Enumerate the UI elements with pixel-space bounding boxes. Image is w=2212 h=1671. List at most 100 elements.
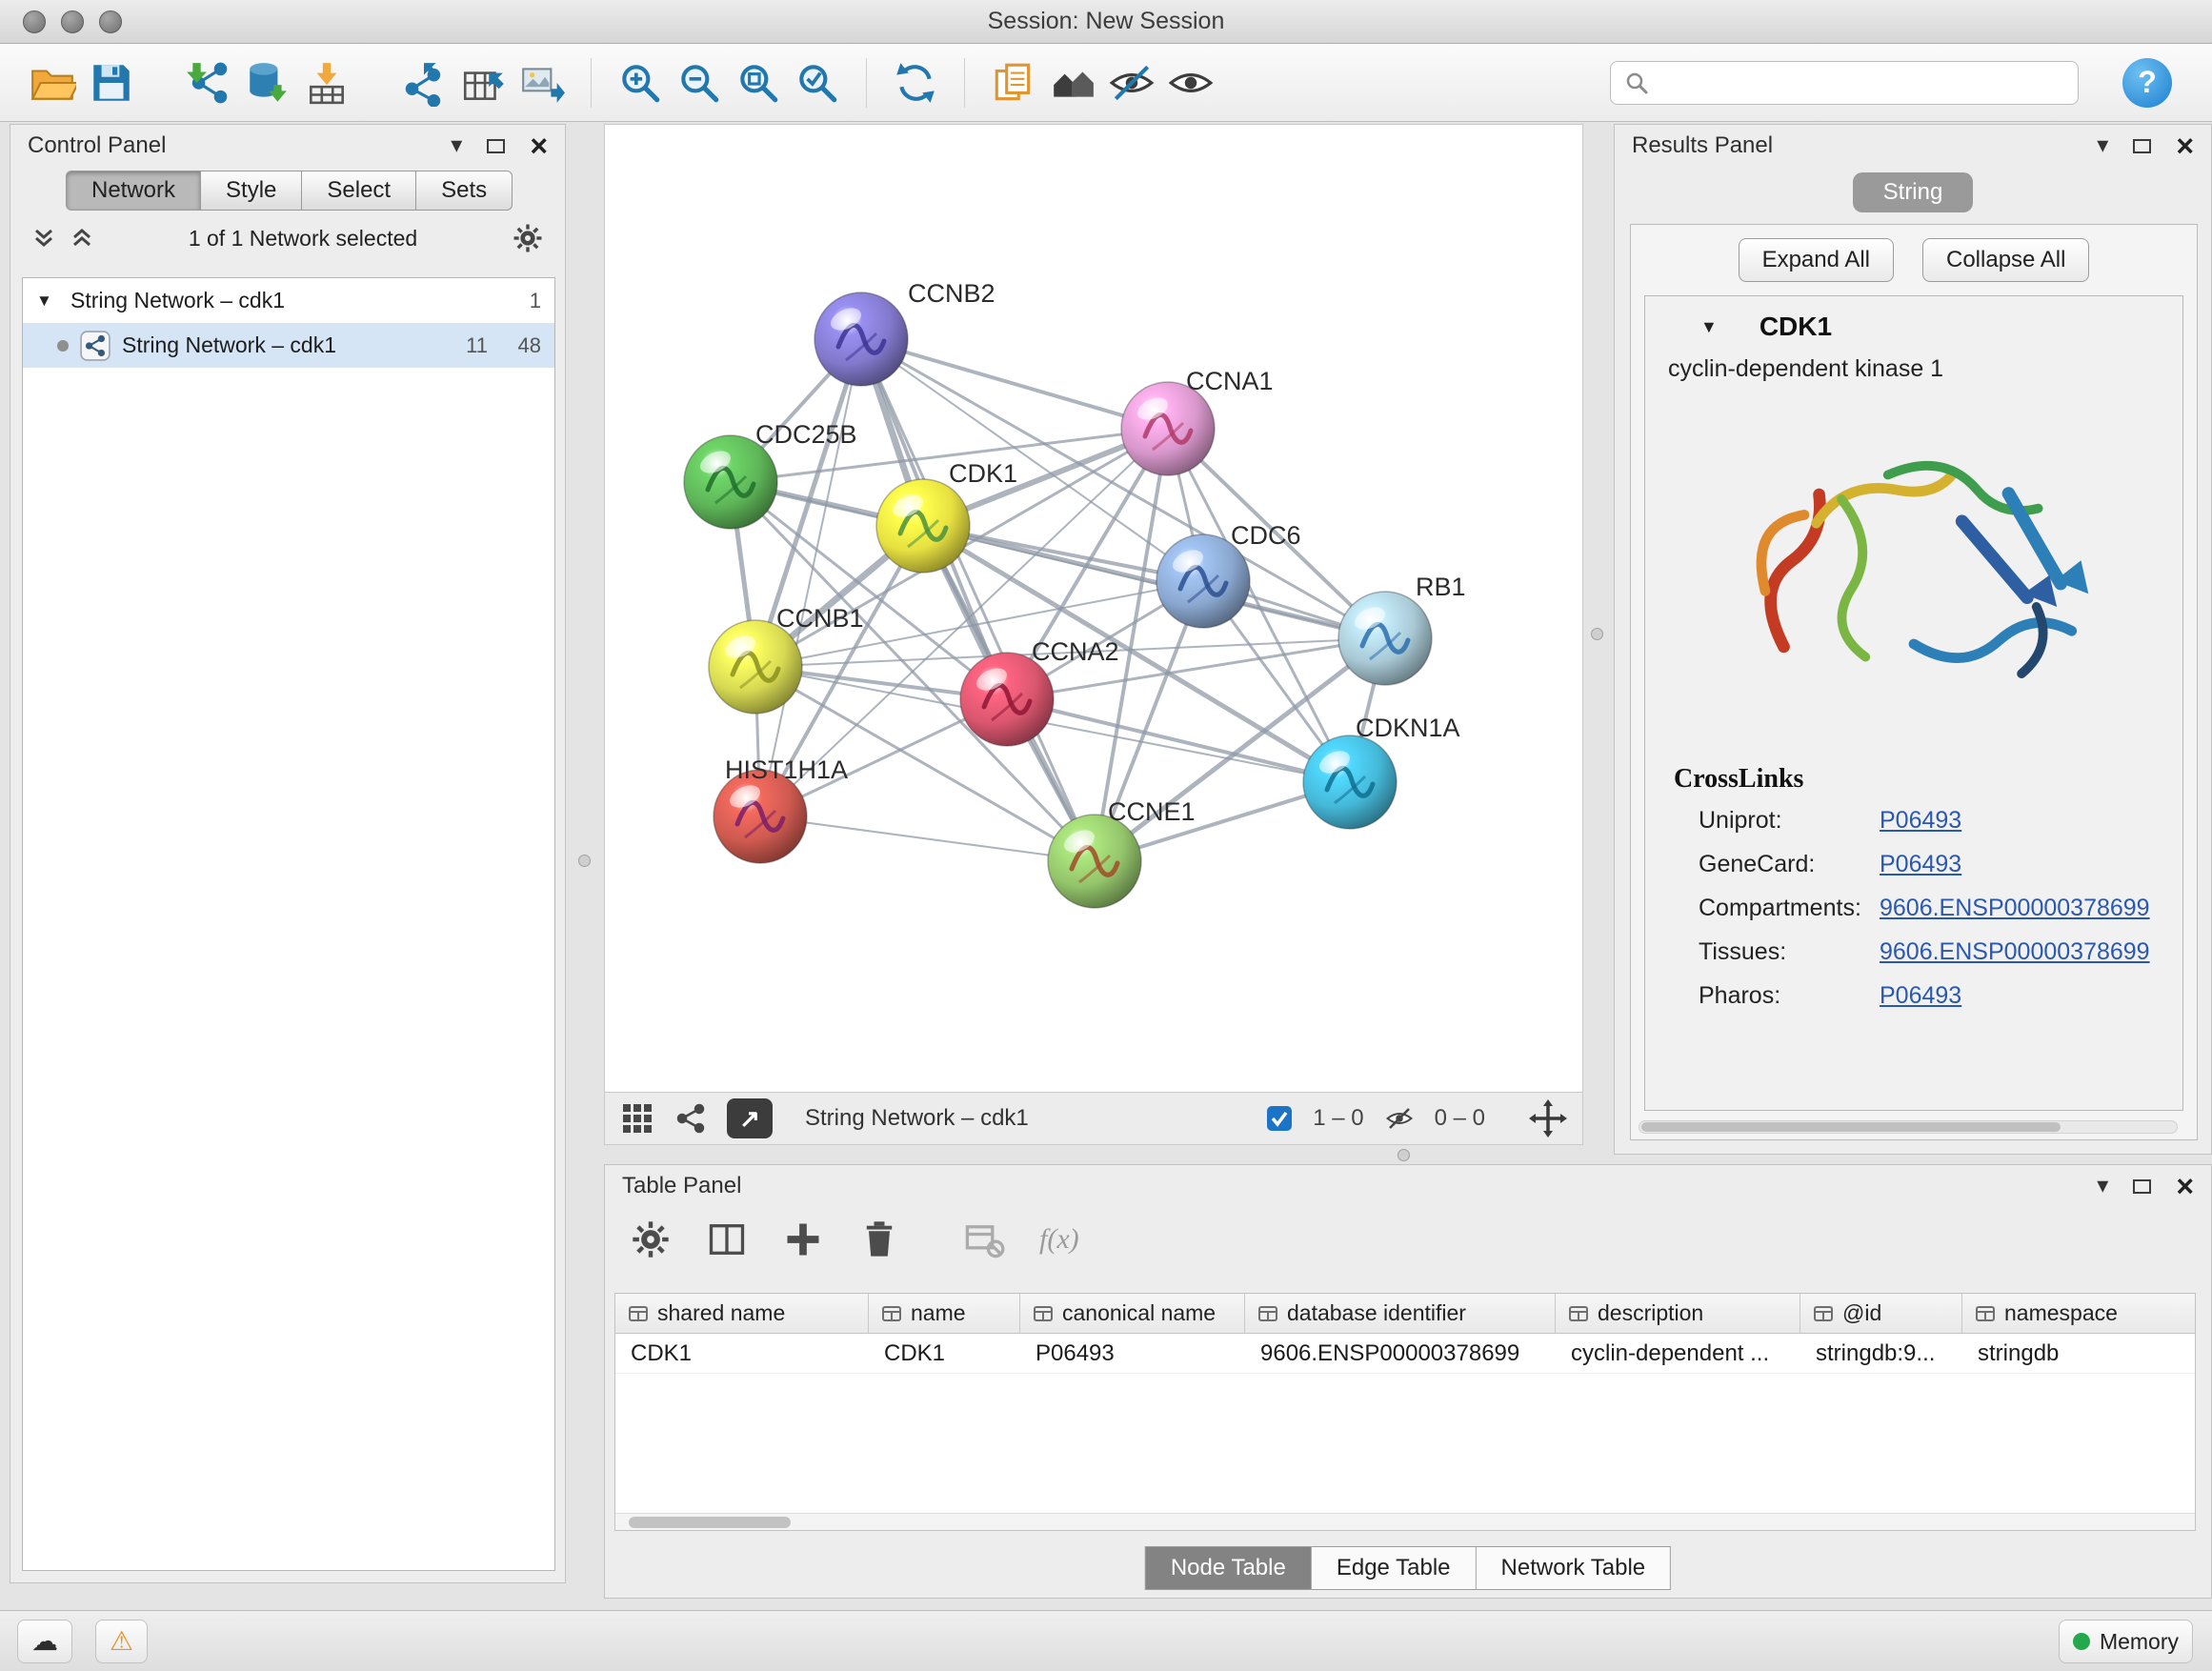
selected-checkbox-icon[interactable] [1265,1104,1294,1133]
panel-close-icon[interactable]: × [2176,1169,2194,1204]
tab-edge-table[interactable]: Edge Table [1312,1546,1477,1590]
apply-layout-button[interactable] [886,53,945,112]
panel-float-icon[interactable] [2133,139,2151,153]
network-node-rb1[interactable]: RB1 [1338,573,1466,685]
panel-float-icon[interactable] [487,139,505,153]
export-image-button[interactable] [513,53,572,112]
crosslink-link[interactable]: 9606.ENSP00000378699 [1880,895,2150,922]
copy-document-button[interactable] [984,53,1043,112]
tab-sets[interactable]: Sets [416,171,513,211]
close-window-button[interactable] [23,10,46,33]
panel-menu-icon[interactable]: ▾ [2097,134,2108,157]
import-table-file-button[interactable] [297,53,356,112]
open-session-button[interactable] [23,53,82,112]
column-header-database-identifier[interactable]: database identifier [1245,1294,1556,1333]
splitter-handle[interactable] [1591,628,1603,640]
column-header-description[interactable]: description [1556,1294,1800,1333]
table-cell[interactable]: CDK1 [869,1334,1020,1373]
open-in-new-window-button[interactable]: ↗ [727,1098,773,1138]
network-edge[interactable] [861,339,1168,429]
column-header-name[interactable]: name [869,1294,1020,1333]
network-collection-row[interactable]: ▼ String Network – cdk1 1 [23,278,554,323]
panel-menu-icon[interactable]: ▾ [451,134,462,157]
table-cell[interactable]: 9606.ENSP00000378699 [1245,1334,1556,1373]
export-table-button[interactable] [453,53,513,112]
column-header-shared-name[interactable]: shared name [615,1294,869,1333]
collapse-all-icon[interactable] [31,228,56,249]
crosslink-link[interactable]: P06493 [1880,851,1961,878]
tab-string[interactable]: String [1853,172,1973,212]
crosslink-link[interactable]: P06493 [1880,982,1961,1010]
birdseye-view-icon[interactable] [674,1101,708,1136]
table-options-gear-icon[interactable] [630,1218,672,1260]
tab-node-table[interactable]: Node Table [1145,1546,1312,1590]
zoom-out-button[interactable] [670,53,729,112]
expand-all-button[interactable]: Expand All [1739,238,1894,282]
cloud-button[interactable]: ☁ [17,1620,72,1663]
save-session-button[interactable] [82,53,141,112]
network-node-ccna1[interactable]: CCNA1 [1121,367,1274,475]
results-horizontal-scrollbar[interactable] [1639,1120,2178,1134]
collapse-all-button[interactable]: Collapse All [1922,238,2089,282]
hide-selected-button[interactable] [1102,53,1161,112]
column-header-canonical-name[interactable]: canonical name [1020,1294,1245,1333]
table-cell[interactable]: P06493 [1020,1334,1245,1373]
crosslink-link[interactable]: 9606.ENSP00000378699 [1880,938,2150,966]
zoom-in-button[interactable] [611,53,670,112]
crosslink-link[interactable]: P06493 [1880,807,1961,835]
pan-crosshair-icon[interactable] [1529,1099,1567,1137]
import-network-file-button[interactable] [179,53,238,112]
zoom-selected-button[interactable] [788,53,847,112]
table-row[interactable]: CDK1CDK1P064939606.ENSP00000378699cyclin… [615,1334,2195,1374]
import-network-database-button[interactable] [238,53,297,112]
panel-float-icon[interactable] [2133,1179,2151,1194]
network-node-cdkn1a[interactable]: CDKN1A [1303,714,1460,829]
title-bar[interactable]: Session: New Session [0,0,2212,44]
panel-menu-icon[interactable]: ▾ [2097,1175,2108,1198]
memory-button[interactable]: Memory [2059,1620,2193,1663]
network-node-hist1h1a[interactable]: HIST1H1A [714,755,848,863]
show-columns-icon[interactable] [706,1218,748,1260]
new-network-from-selection-button[interactable] [394,53,453,112]
delete-column-icon[interactable] [858,1218,900,1260]
panel-close-icon[interactable]: × [530,129,548,164]
network-edge[interactable] [760,339,861,816]
tab-network-table[interactable]: Network Table [1477,1546,1672,1590]
panel-close-icon[interactable]: × [2176,129,2194,164]
hidden-eye-slash-icon[interactable] [1383,1104,1416,1133]
table-cell[interactable]: cyclin-dependent ... [1556,1334,1800,1373]
network-node-ccnb1[interactable]: CCNB1 [709,604,864,714]
tab-style[interactable]: Style [201,171,302,211]
minimize-window-button[interactable] [61,10,84,33]
show-all-button[interactable] [1161,53,1220,112]
options-gear-icon[interactable] [512,222,544,254]
splitter-handle[interactable] [578,855,591,867]
zoom-window-button[interactable] [99,10,122,33]
splitter-handle[interactable] [1398,1149,1410,1161]
tab-select[interactable]: Select [302,171,416,211]
network-edge[interactable] [861,339,1095,861]
expand-all-tree-icon[interactable] [70,228,94,249]
warnings-button[interactable]: ⚠ [95,1620,148,1663]
add-column-icon[interactable] [782,1218,824,1260]
network-edge[interactable] [760,816,1095,861]
table-cell[interactable]: stringdb:9... [1800,1334,1962,1373]
network-node-cdk1[interactable]: CDK1 [876,459,1017,573]
search-input[interactable] [1659,70,2064,96]
network-graph[interactable]: CCNB2CCNA1CDC25BCDK1CDC6RB1CCNB1CCNA2CDK… [605,125,1584,1093]
caret-down-icon[interactable]: ▼ [36,292,59,311]
home-button[interactable] [1043,53,1102,112]
column-header-namespace[interactable]: namespace [1962,1294,2196,1333]
zoom-fit-button[interactable] [729,53,788,112]
network-canvas[interactable]: CCNB2CCNA1CDC25BCDK1CDC6RB1CCNB1CCNA2CDK… [604,124,1583,1092]
collapse-gene-icon[interactable]: ▼ [1700,317,1718,337]
network-row[interactable]: String Network – cdk1 11 48 [23,323,554,368]
column-header--id[interactable]: @id [1800,1294,1962,1333]
tab-network[interactable]: Network [66,171,201,211]
help-icon[interactable]: ? [2122,58,2172,108]
grid-view-icon[interactable] [620,1101,654,1136]
table-cell[interactable]: CDK1 [615,1334,869,1373]
table-cell[interactable]: stringdb [1962,1334,2196,1373]
search-box[interactable] [1610,61,2079,105]
table-horizontal-scrollbar[interactable] [615,1513,2195,1530]
